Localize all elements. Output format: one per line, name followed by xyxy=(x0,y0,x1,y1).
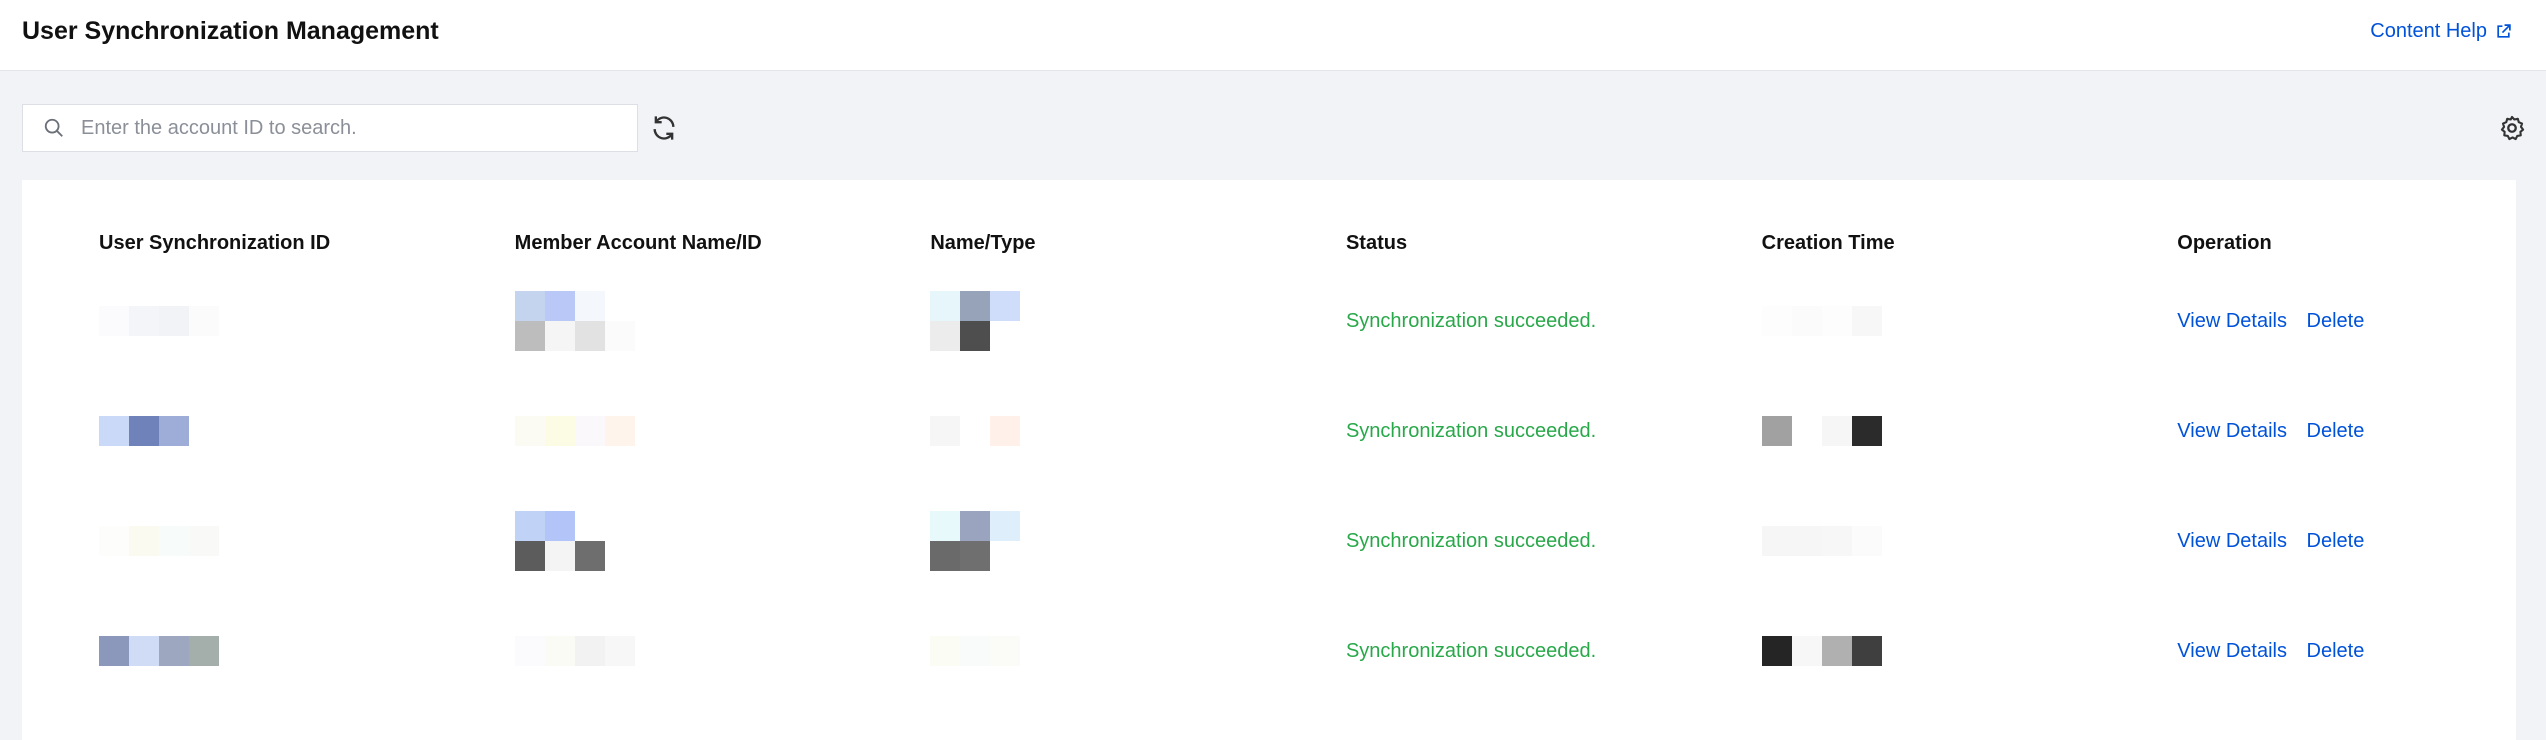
status-cell: Synchronization succeeded. xyxy=(1269,266,1685,376)
sync-id-cell xyxy=(22,266,438,376)
status-cell: Synchronization succeeded. xyxy=(1269,376,1685,486)
sync-table: User Synchronization ID Member Account N… xyxy=(22,180,2516,706)
name-type-cell xyxy=(853,266,1269,376)
redacted-name-type xyxy=(930,636,1269,666)
sync-table-panel: User Synchronization ID Member Account N… xyxy=(22,180,2516,740)
redacted-sync-id xyxy=(99,636,438,666)
name-type-cell xyxy=(853,486,1269,596)
member-account-cell xyxy=(438,266,854,376)
operation-cell: View Details Delete xyxy=(2100,486,2516,596)
redacted-creation-time xyxy=(1761,306,2101,336)
col-creation-time: Creation Time xyxy=(1761,232,1895,254)
delete-link[interactable]: Delete xyxy=(2307,640,2365,662)
col-name-type: Name/Type xyxy=(930,232,1036,254)
redacted-member-account xyxy=(514,636,854,666)
delete-link[interactable]: Delete xyxy=(2307,310,2365,332)
redacted-name-type xyxy=(930,291,1269,351)
creation-time-cell xyxy=(1685,376,2101,486)
name-type-cell xyxy=(853,596,1269,706)
page-title: User Synchronization Management xyxy=(22,17,439,45)
gear-icon[interactable] xyxy=(2498,114,2526,142)
view-details-link[interactable]: View Details xyxy=(2177,310,2287,332)
redacted-member-account xyxy=(514,511,854,571)
top-bar: User Synchronization Management Content … xyxy=(0,0,2546,71)
sync-id-cell xyxy=(22,596,438,706)
redacted-name-type xyxy=(930,511,1269,571)
sync-id-cell xyxy=(22,376,438,486)
member-account-cell xyxy=(438,486,854,596)
search-icon xyxy=(44,118,63,137)
status-text: Synchronization succeeded. xyxy=(1345,419,1597,442)
status-text: Synchronization succeeded. xyxy=(1345,639,1597,662)
status-cell: Synchronization succeeded. xyxy=(1269,486,1685,596)
content-help-link[interactable]: Content Help xyxy=(2370,20,2512,43)
name-type-cell xyxy=(853,376,1269,486)
search-input[interactable] xyxy=(79,115,637,141)
redacted-member-account xyxy=(514,291,854,351)
status-text: Synchronization succeeded. xyxy=(1345,309,1597,332)
sync-id-cell xyxy=(22,486,438,596)
redacted-sync-id xyxy=(99,526,438,556)
table-header-row: User Synchronization ID Member Account N… xyxy=(22,180,2516,266)
col-operation: Operation xyxy=(2177,232,2272,254)
member-account-cell xyxy=(438,376,854,486)
delete-link[interactable]: Delete xyxy=(2307,420,2365,442)
col-user-sync-id: User Synchronization ID xyxy=(99,232,331,254)
creation-time-cell xyxy=(1685,596,2101,706)
operation-cell: View Details Delete xyxy=(2100,376,2516,486)
view-details-link[interactable]: View Details xyxy=(2177,640,2287,662)
col-member-account: Member Account Name/ID xyxy=(514,232,762,254)
redacted-sync-id xyxy=(99,416,438,446)
redacted-name-type xyxy=(930,416,1269,446)
col-status: Status xyxy=(1345,232,1408,254)
content-help-label: Content Help xyxy=(2370,20,2487,42)
status-text: Synchronization succeeded. xyxy=(1345,529,1597,552)
view-details-link[interactable]: View Details xyxy=(2177,530,2287,552)
member-account-cell xyxy=(438,596,854,706)
creation-time-cell xyxy=(1685,266,2101,376)
table-row: Synchronization succeeded. View Details … xyxy=(22,486,2516,596)
delete-link[interactable]: Delete xyxy=(2307,530,2365,552)
operation-cell: View Details Delete xyxy=(2100,596,2516,706)
redacted-sync-id xyxy=(99,306,438,336)
search-box[interactable] xyxy=(22,104,638,152)
redacted-creation-time xyxy=(1761,526,2101,556)
refresh-icon[interactable] xyxy=(650,114,678,142)
redacted-creation-time xyxy=(1761,416,2101,446)
table-row: Synchronization succeeded. View Details … xyxy=(22,376,2516,486)
view-details-link[interactable]: View Details xyxy=(2177,420,2287,442)
status-cell: Synchronization succeeded. xyxy=(1269,596,1685,706)
redacted-member-account xyxy=(514,416,854,446)
external-link-icon xyxy=(2497,24,2511,38)
table-row: Synchronization succeeded. View Details … xyxy=(22,596,2516,706)
creation-time-cell xyxy=(1685,486,2101,596)
table-row: Synchronization succeeded. View Details … xyxy=(22,266,2516,376)
operation-cell: View Details Delete xyxy=(2100,266,2516,376)
redacted-creation-time xyxy=(1761,636,2101,666)
